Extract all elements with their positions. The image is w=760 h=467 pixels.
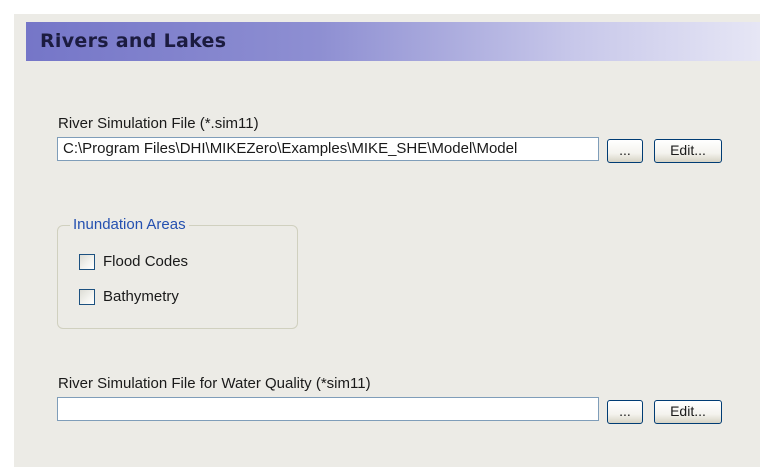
water-quality-browse-button[interactable]: ...: [607, 400, 643, 424]
bathymetry-label: Bathymetry: [103, 288, 179, 305]
water-quality-path-field[interactable]: [57, 397, 599, 421]
river-sim-browse-button[interactable]: ...: [607, 139, 643, 163]
section-header: Rivers and Lakes: [26, 22, 760, 61]
inundation-areas-group: [57, 225, 298, 329]
river-sim-label: River Simulation File (*.sim11): [58, 115, 259, 132]
river-sim-edit-button[interactable]: Edit...: [654, 139, 722, 163]
water-quality-label: River Simulation File for Water Quality …: [58, 375, 371, 392]
bathymetry-checkbox[interactable]: [79, 289, 95, 305]
section-title: Rivers and Lakes: [40, 30, 227, 52]
flood-codes-label: Flood Codes: [103, 253, 189, 270]
inundation-areas-legend: Inundation Areas: [70, 216, 189, 233]
river-sim-path-field[interactable]: C:\Program Files\DHI\MIKEZero\Examples\M…: [57, 137, 599, 161]
flood-codes-checkbox[interactable]: [79, 254, 95, 270]
water-quality-edit-button[interactable]: Edit...: [654, 400, 722, 424]
